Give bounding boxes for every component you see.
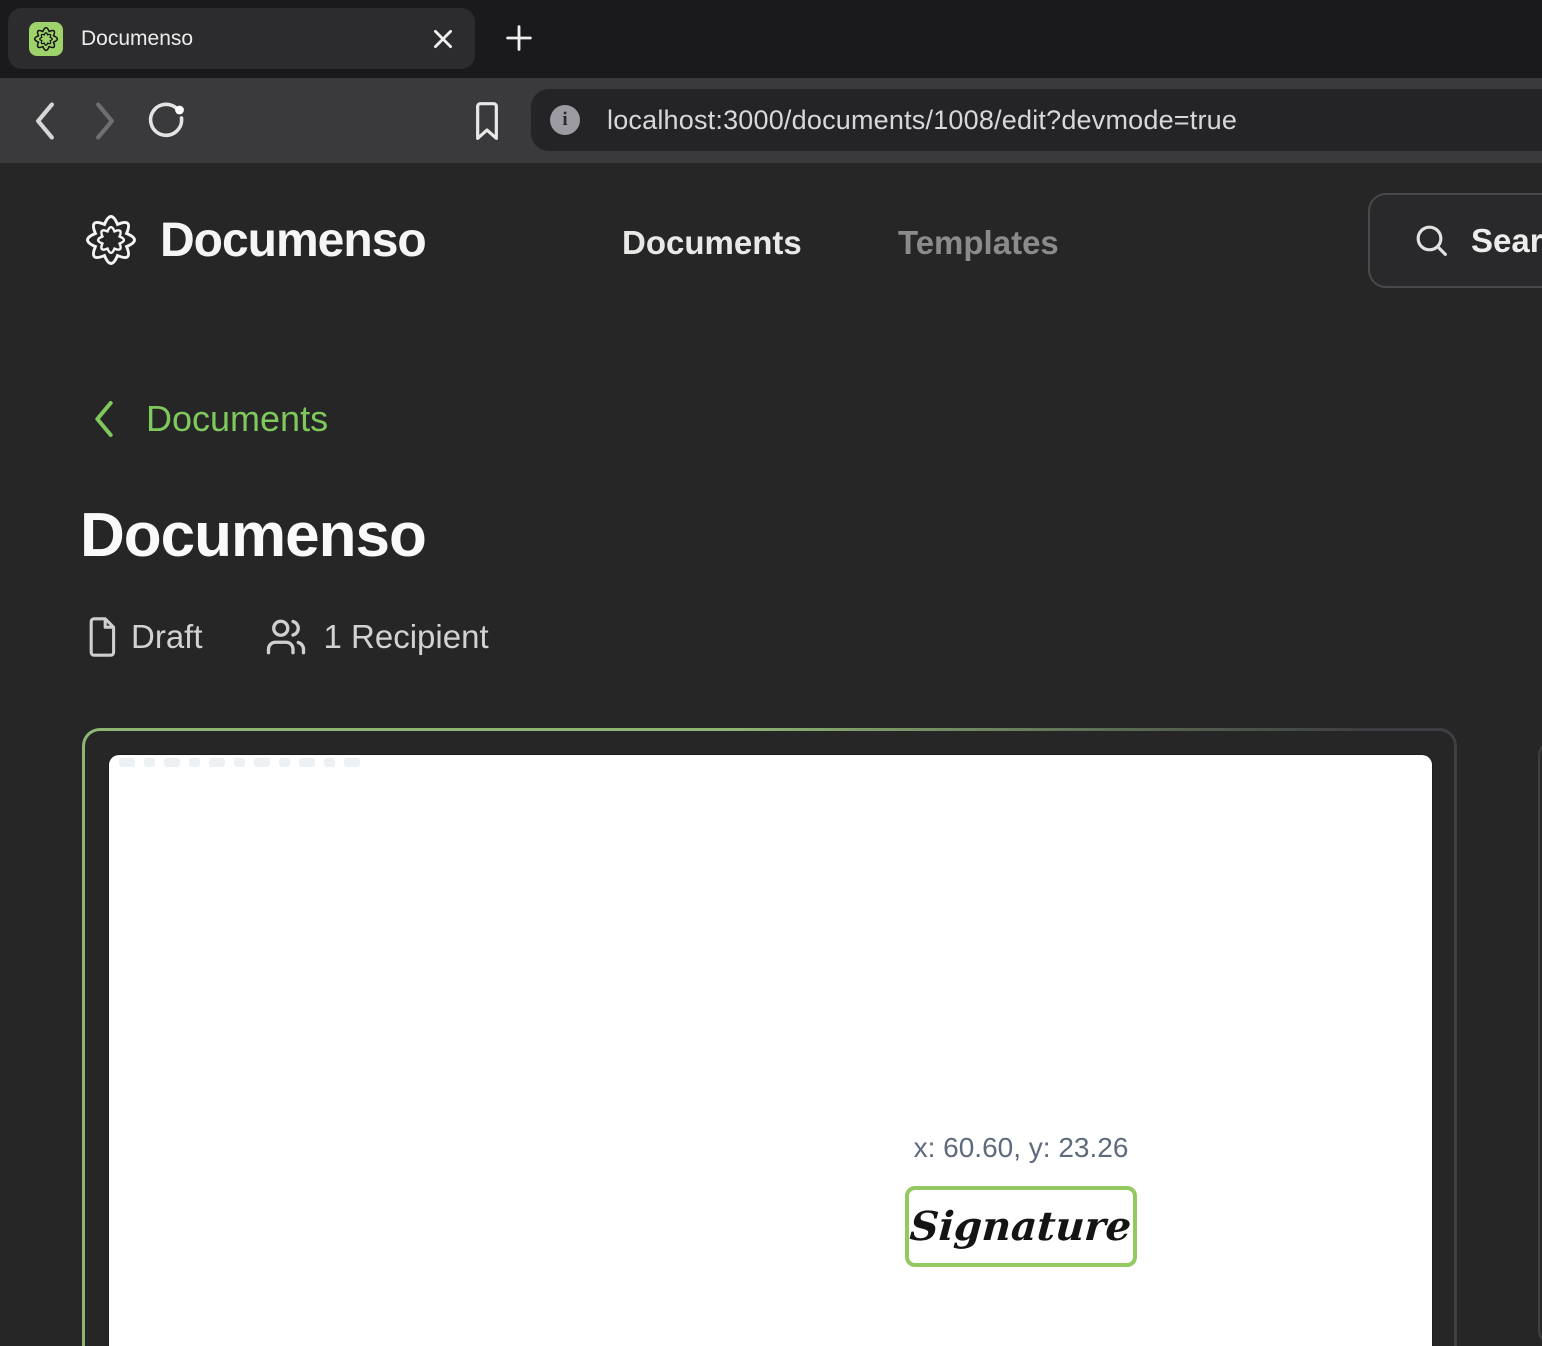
chevron-left-icon: [90, 399, 118, 439]
pdf-page[interactable]: x: 60.60, y: 23.26 Signature: [109, 755, 1432, 1346]
document-card-inner: x: 60.60, y: 23.26 Signature: [85, 731, 1454, 1346]
info-icon[interactable]: i: [550, 105, 580, 135]
nav-documents[interactable]: Documents: [622, 224, 802, 262]
breadcrumb-label[interactable]: Documents: [146, 398, 328, 440]
search-button[interactable]: Search: [1368, 193, 1542, 288]
breadcrumb[interactable]: Documents: [90, 398, 328, 440]
bookmark-button[interactable]: [459, 78, 515, 163]
browser-tab[interactable]: Documenso: [8, 8, 475, 69]
users-icon: [261, 616, 311, 658]
plus-icon: [502, 21, 536, 55]
status-badge: Draft: [131, 618, 203, 656]
document-card: x: 60.60, y: 23.26 Signature: [82, 728, 1457, 1346]
browser-tab-bar: Documenso: [0, 0, 1542, 78]
brand-wordmark: Documenso: [160, 213, 426, 268]
chevron-left-icon: [28, 99, 62, 143]
chevron-right-icon: [88, 99, 122, 143]
field-coordinates-label: x: 60.60, y: 23.26: [905, 1132, 1137, 1164]
reload-button[interactable]: [138, 78, 194, 163]
bookmark-icon: [471, 100, 503, 142]
back-button[interactable]: [17, 78, 73, 163]
browser-toolbar: i localhost:3000/documents/1008/edit?dev…: [0, 78, 1542, 163]
url-text[interactable]: localhost:3000/documents/1008/edit?devmo…: [607, 105, 1237, 136]
recipient-count: 1 Recipient: [324, 618, 489, 656]
file-icon: [84, 616, 118, 658]
reload-icon: [140, 95, 192, 147]
new-tab-button[interactable]: [495, 14, 543, 62]
signature-field-label: Signature: [909, 1203, 1133, 1250]
brand-logo[interactable]: Documenso: [82, 211, 426, 269]
documenso-rosette-icon: [32, 25, 60, 53]
document-status-row: Draft 1 Recipient: [84, 612, 489, 662]
pdf-faint-content: [119, 758, 360, 767]
tab-title: Documenso: [81, 27, 423, 51]
signature-field[interactable]: Signature: [905, 1186, 1137, 1267]
search-icon: [1412, 221, 1452, 261]
nav-templates[interactable]: Templates: [898, 224, 1059, 262]
sidebar-card-edge: [1538, 740, 1542, 1346]
forward-button[interactable]: [77, 78, 133, 163]
page-title: Documenso: [80, 500, 426, 571]
close-icon[interactable]: [423, 19, 463, 59]
app-header: Documenso Documents Templates Search: [0, 163, 1542, 323]
documenso-favicon: [29, 22, 63, 56]
documenso-logo-icon: [82, 211, 140, 269]
url-bar[interactable]: i localhost:3000/documents/1008/edit?dev…: [531, 89, 1542, 151]
search-label: Search: [1471, 222, 1542, 260]
